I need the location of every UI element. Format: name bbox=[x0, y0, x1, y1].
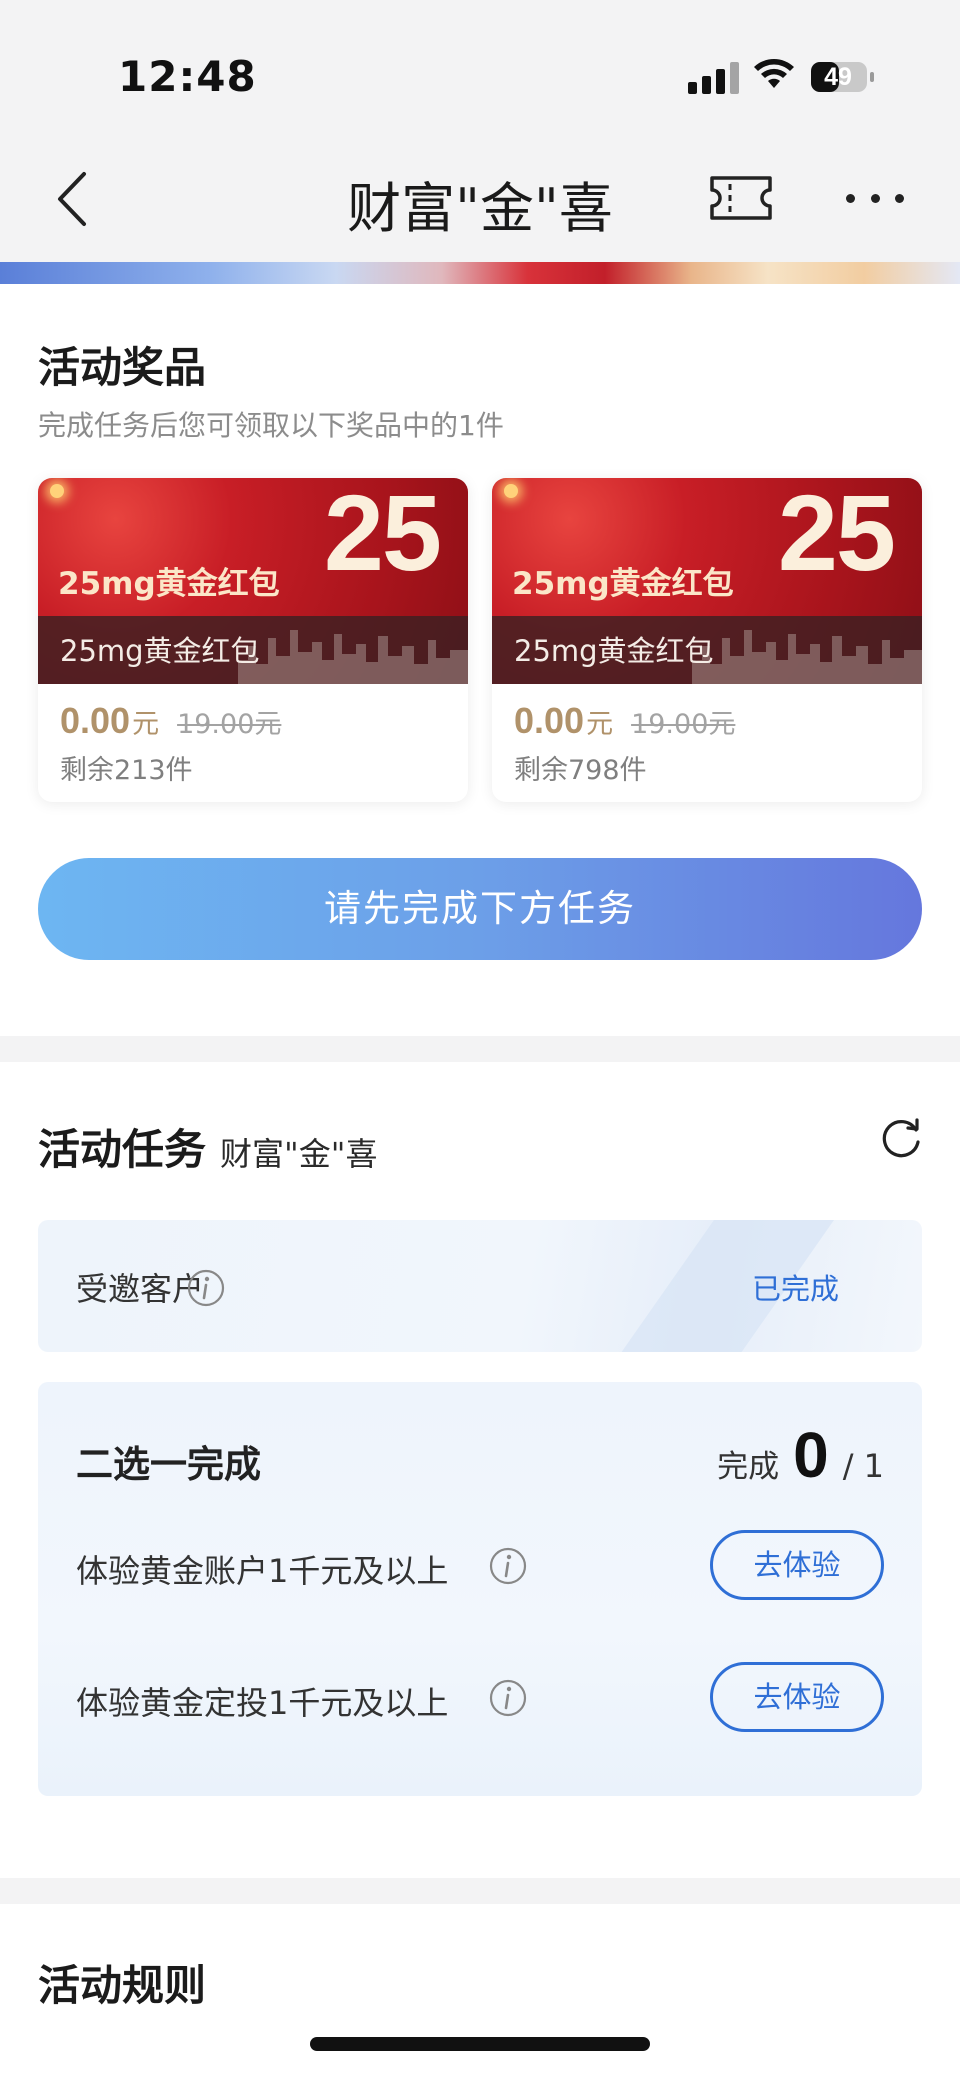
prize-card[interactable]: 25 25mg黄金红包 25mg黄金红包 0.00 元 19.00元 剩余798… bbox=[492, 478, 922, 802]
try-gold-plan-button[interactable]: 去体验 bbox=[710, 1662, 884, 1732]
info-icon[interactable] bbox=[488, 1678, 528, 1718]
more-icon[interactable] bbox=[840, 170, 910, 226]
prize-image: 25 25mg黄金红包 25mg黄金红包 bbox=[38, 478, 468, 684]
task-title-row: 活动任务 财富"金"喜 bbox=[38, 1116, 377, 1177]
task-item-label: 体验黄金账户1千元及以上 bbox=[76, 1552, 449, 1590]
status-bar: 12:48 49 bbox=[0, 0, 960, 140]
prize-name: 25mg黄金红包 bbox=[60, 634, 260, 668]
price-row: 0.00 元 19.00元 bbox=[60, 700, 281, 742]
task-item-label: 体验黄金定投1千元及以上 bbox=[76, 1684, 449, 1722]
task-status-completed: 已完成 bbox=[752, 1272, 840, 1306]
prize-section-subtitle: 完成任务后您可领取以下奖品中的1件 bbox=[38, 409, 504, 442]
prize-price-unit: 元 bbox=[132, 709, 160, 740]
prize-image: 25 25mg黄金红包 25mg黄金红包 bbox=[492, 478, 922, 684]
page-title: 财富"金"喜 bbox=[347, 177, 613, 240]
prize-image-label: 25mg黄金红包 bbox=[512, 566, 734, 602]
rules-title: 活动规则 bbox=[38, 1961, 207, 2010]
prize-card[interactable]: 25 25mg黄金红包 25mg黄金红包 0.00 元 19.00元 剩余213… bbox=[38, 478, 468, 802]
prize-name: 25mg黄金红包 bbox=[514, 634, 714, 668]
prize-price: 0.00 bbox=[60, 700, 131, 741]
info-icon[interactable] bbox=[488, 1546, 528, 1586]
page: 12:48 49 财富"金"喜 活动奖品 完成任务后您可领取以下奖品中的1件 2… bbox=[0, 0, 960, 2079]
progress-total: / 1 bbox=[842, 1447, 884, 1485]
banner-strip bbox=[0, 262, 960, 284]
battery-level: 49 bbox=[824, 63, 852, 91]
prize-price: 0.00 bbox=[514, 700, 585, 741]
prize-original-price: 19.00元 bbox=[177, 709, 282, 740]
task-progress: 完成 0 / 1 bbox=[717, 1418, 884, 1492]
invited-customer-label: 受邀客户 bbox=[76, 1270, 205, 1308]
info-icon[interactable] bbox=[186, 1268, 226, 1308]
prize-big-number: 25 bbox=[323, 478, 442, 593]
task-section-title: 活动任务 bbox=[38, 1125, 207, 1174]
rules-section: 活动规则 bbox=[0, 1904, 960, 2079]
home-indicator[interactable] bbox=[310, 2037, 650, 2051]
task-section: 活动任务 财富"金"喜 受邀客户 已完成 二选一完成 完成 0 / 1 体验黄金… bbox=[0, 1062, 960, 1878]
wifi-icon bbox=[754, 59, 794, 88]
prize-section-title: 活动奖品 bbox=[38, 343, 207, 392]
status-time: 12:48 bbox=[118, 52, 257, 101]
nav-bar: 财富"金"喜 bbox=[0, 140, 960, 262]
price-row: 0.00 元 19.00元 bbox=[514, 700, 735, 742]
claim-prize-button[interactable]: 请先完成下方任务 bbox=[38, 858, 922, 960]
prize-image-label: 25mg黄金红包 bbox=[58, 566, 280, 602]
try-gold-account-button[interactable]: 去体验 bbox=[710, 1530, 884, 1600]
prize-original-price: 19.00元 bbox=[631, 709, 736, 740]
refresh-icon[interactable] bbox=[878, 1116, 924, 1162]
prize-remaining: 剩余213件 bbox=[60, 755, 193, 786]
cellular-signal-icon bbox=[688, 60, 739, 94]
prize-remaining: 剩余798件 bbox=[514, 755, 647, 786]
invited-customer-task: 受邀客户 已完成 bbox=[38, 1220, 922, 1352]
choose-one-title: 二选一完成 bbox=[76, 1443, 261, 1486]
progress-done: 0 bbox=[793, 1419, 829, 1491]
skyline-graphic bbox=[692, 630, 922, 684]
prize-section: 活动奖品 完成任务后您可领取以下奖品中的1件 25 25mg黄金红包 25mg黄… bbox=[0, 284, 960, 1036]
choose-one-task-group: 二选一完成 完成 0 / 1 体验黄金账户1千元及以上 去体验 体验黄金定投1千… bbox=[38, 1382, 922, 1796]
prize-price-unit: 元 bbox=[586, 709, 614, 740]
prize-big-number: 25 bbox=[777, 478, 896, 593]
progress-label: 完成 bbox=[717, 1449, 780, 1485]
coupon-icon[interactable] bbox=[708, 170, 774, 226]
task-section-subtitle: 财富"金"喜 bbox=[220, 1135, 378, 1173]
skyline-graphic bbox=[238, 630, 468, 684]
